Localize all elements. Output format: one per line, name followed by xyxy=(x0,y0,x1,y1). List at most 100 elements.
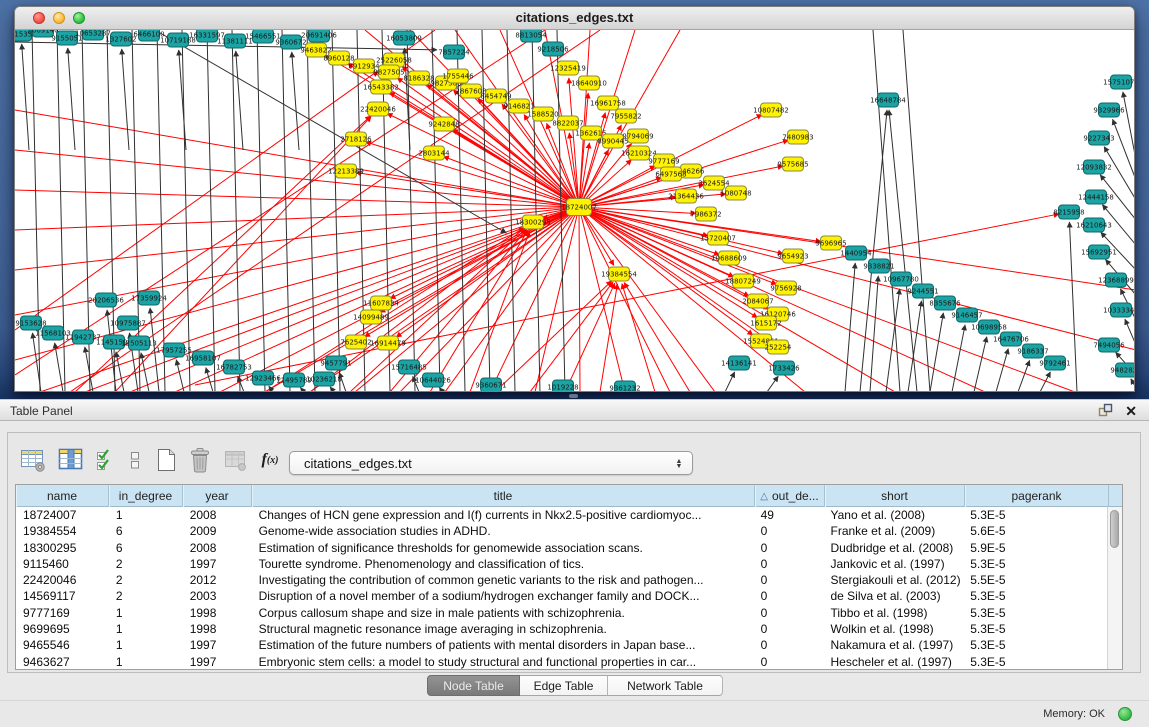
table-row[interactable]: 1830029562008Estimation of significance … xyxy=(16,540,1107,556)
graph-node[interactable]: 15716485 xyxy=(391,360,427,374)
node-table[interactable]: namein_degreeyeartitle△out_de...shortpag… xyxy=(15,484,1123,670)
graph-node[interactable]: 9361232 xyxy=(609,381,640,391)
graph-node[interactable]: 22420046 xyxy=(360,102,396,116)
graph-node[interactable]: 12444158 xyxy=(1078,190,1114,204)
graph-node[interactable]: 10644026 xyxy=(415,373,451,387)
column-header-in_degree[interactable]: in_degree xyxy=(109,485,183,507)
graph-node[interactable]: 8813054 xyxy=(515,30,547,42)
show-columns-button[interactable] xyxy=(89,445,121,475)
graph-node[interactable]: 7986372 xyxy=(690,207,721,221)
table-options-button[interactable] xyxy=(14,445,52,475)
graph-node[interactable]: 8355676 xyxy=(929,296,961,310)
graph-node[interactable]: 18640910 xyxy=(571,76,607,90)
graph-node[interactable]: 252254 xyxy=(765,340,792,354)
table-panel-titlebar[interactable]: Table Panel ✕ xyxy=(0,399,1149,421)
graph-node[interactable]: 2718126 xyxy=(340,132,372,146)
graph-node[interactable]: 9329966 xyxy=(1093,103,1125,117)
table-row[interactable]: 946554611997Estimation of the future num… xyxy=(16,637,1107,653)
table-row[interactable]: 1456911722003Disruption of a novel membe… xyxy=(16,588,1107,604)
graph-node[interactable]: 16782753 xyxy=(216,360,252,374)
table-row[interactable]: 969969511998Structural magnetic resonanc… xyxy=(16,621,1107,637)
table-row[interactable]: 946362711997Embryonic stem cells: a mode… xyxy=(16,654,1107,670)
network-window-titlebar[interactable]: citations_edges.txt xyxy=(15,7,1134,30)
graph-node[interactable]: 16210643 xyxy=(1076,218,1112,232)
graph-node[interactable]: 1440954 xyxy=(840,246,872,260)
graph-node[interactable]: 15751074 xyxy=(1103,75,1134,89)
network-window[interactable]: citations_edges.txt 18724007946382289601… xyxy=(14,6,1135,392)
graph-node[interactable]: 9244551 xyxy=(907,284,938,298)
graph-node[interactable]: 9360671 xyxy=(475,378,506,391)
graph-node[interactable]: 7625402 xyxy=(340,335,371,349)
graph-node[interactable]: 9575685 xyxy=(777,157,808,171)
table-scrollbar[interactable] xyxy=(1107,507,1122,669)
graph-node[interactable]: 2803144 xyxy=(418,146,450,160)
graph-node[interactable]: 7480983 xyxy=(782,130,813,144)
column-header-pagerank[interactable]: pagerank xyxy=(965,485,1109,507)
graph-node[interactable]: 10698958 xyxy=(971,320,1007,334)
tab-node-table[interactable]: Node Table xyxy=(427,675,520,696)
float-panel-icon[interactable] xyxy=(1098,403,1113,418)
close-panel-icon[interactable]: ✕ xyxy=(1125,404,1137,418)
graph-node[interactable]: 21364436 xyxy=(668,189,704,203)
svg-text:9360672: 9360672 xyxy=(275,39,306,47)
graph-node[interactable]: 9153628 xyxy=(15,316,46,330)
graph-node[interactable]: 1080748 xyxy=(720,186,751,200)
graph-node[interactable]: 15720407 xyxy=(700,231,736,245)
table-selector-dropdown[interactable]: citations_edges.txt ▲▼ xyxy=(289,451,693,475)
column-header-short[interactable]: short xyxy=(825,485,965,507)
column-header-out_de[interactable]: △out_de... xyxy=(755,485,825,507)
graph-node[interactable]: 9482829 xyxy=(1110,363,1134,377)
graph-node[interactable]: 9457791 xyxy=(320,356,351,370)
graph-node[interactable]: 15692951 xyxy=(1081,245,1117,259)
graph-node[interactable]: 16648784 xyxy=(870,93,906,107)
network-graph[interactable]: 1872400794638228960128891293425226058982… xyxy=(15,30,1134,391)
column-header-title[interactable]: title xyxy=(252,485,755,507)
table-row[interactable]: 977716911998Corpus callosum shape and si… xyxy=(16,605,1107,621)
graph-node[interactable]: 7955822 xyxy=(610,109,641,123)
graph-node[interactable]: 9792461 xyxy=(1039,356,1070,370)
table-row[interactable]: 911546021997Tourette syndrome. Phenomeno… xyxy=(16,556,1107,572)
column-header-year[interactable]: year xyxy=(183,485,252,507)
column-header-name[interactable]: name xyxy=(16,485,109,507)
graph-node[interactable]: 16914479 xyxy=(370,336,406,350)
graph-node[interactable]: 12213389 xyxy=(328,164,364,178)
graph-node[interactable]: 16961758 xyxy=(590,96,626,110)
function-builder-button[interactable]: f(x) xyxy=(253,445,287,475)
graph-node[interactable]: 1733426 xyxy=(768,361,800,375)
delete-table-button[interactable] xyxy=(183,445,217,475)
graph-node[interactable]: 7494056 xyxy=(1093,338,1125,352)
table-row[interactable]: 2242004622012Investigating the contribut… xyxy=(16,572,1107,588)
network-canvas[interactable]: 1872400794638228960128891293425226058982… xyxy=(15,30,1134,391)
graph-node[interactable]: 9756928 xyxy=(770,281,801,295)
graph-node[interactable]: 9654923 xyxy=(777,249,808,263)
table-row[interactable]: 1872400712008Changes of HCN gene express… xyxy=(16,507,1107,523)
graph-node[interactable]: 9146457 xyxy=(951,308,982,322)
graph-node[interactable]: 11607834 xyxy=(363,296,399,310)
graph-node[interactable]: 1755446 xyxy=(442,69,474,83)
tab-edge-table[interactable]: Edge Table xyxy=(520,675,608,696)
graph-node[interactable]: 12325419 xyxy=(550,61,586,75)
graph-node[interactable]: 10975887 xyxy=(110,316,146,330)
graph-node[interactable]: 8215958 xyxy=(1053,205,1084,219)
svg-text:9756928: 9756928 xyxy=(770,285,801,293)
graph-node[interactable]: 10807482 xyxy=(753,103,789,117)
graph-node[interactable]: 10333344 xyxy=(1103,303,1134,317)
graph-node[interactable]: 12093832 xyxy=(1076,160,1112,174)
new-table-button[interactable] xyxy=(149,445,183,475)
graph-node[interactable]: 10967780 xyxy=(883,272,919,286)
graph-node[interactable]: 1019228 xyxy=(547,380,578,391)
graph-node[interactable]: 14136141 xyxy=(721,356,757,370)
tab-network-table[interactable]: Network Table xyxy=(608,675,723,696)
table-row[interactable]: 1938455462009Genome-wide association stu… xyxy=(16,523,1107,539)
splitter-grip[interactable] xyxy=(569,394,578,398)
graph-node[interactable]: 9696965 xyxy=(815,236,846,250)
graph-node[interactable]: 17359924 xyxy=(131,291,167,305)
table-scrollbar-thumb[interactable] xyxy=(1110,510,1119,548)
graph-node[interactable]: 18724007 xyxy=(561,199,597,216)
row-height-button[interactable] xyxy=(121,445,149,475)
graph-node[interactable]: 10688609 xyxy=(711,251,747,265)
graph-node[interactable]: 9227343 xyxy=(1083,131,1114,145)
select-column-button[interactable] xyxy=(52,445,89,475)
graph-node[interactable]: 7857224 xyxy=(438,45,470,59)
graph-node[interactable]: 9186337 xyxy=(1017,344,1048,358)
